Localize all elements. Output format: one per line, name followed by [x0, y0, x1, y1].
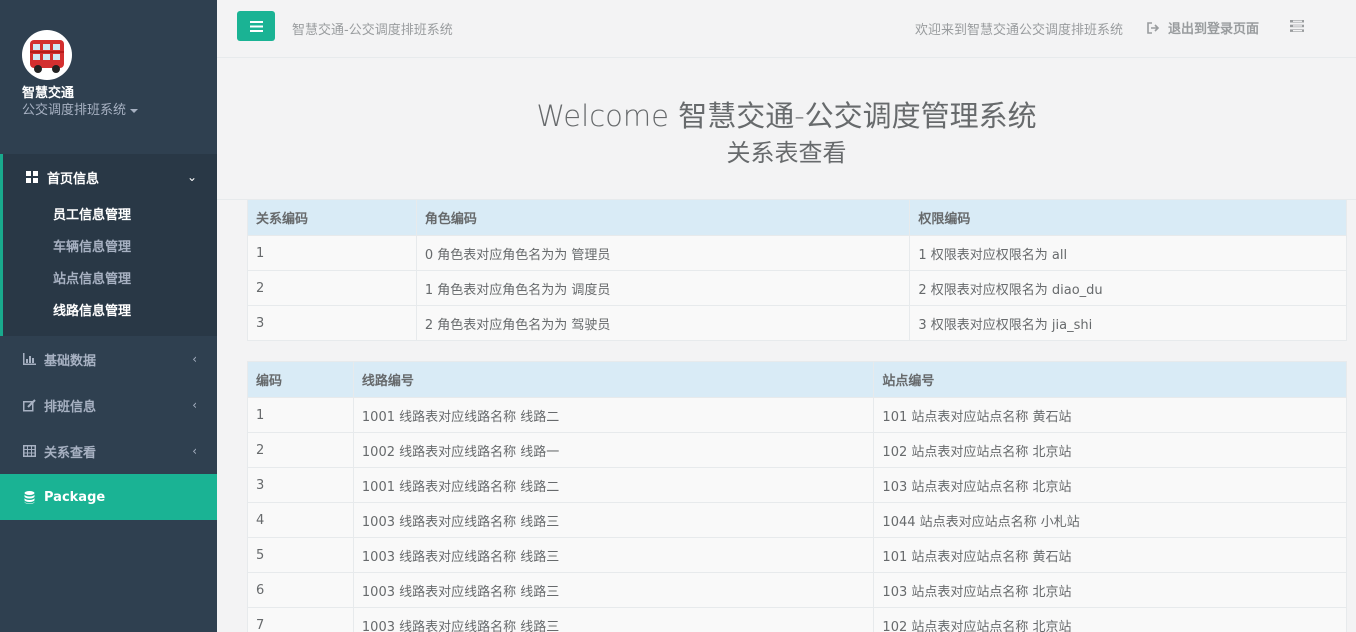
menu-toggle-button[interactable]	[237, 11, 275, 41]
table-cell: 103 站点表对应站点名称 北京站	[873, 572, 1347, 608]
nav-item-home[interactable]: 首页信息 ⌄	[3, 154, 217, 200]
table-cell: 1044 站点表对应站点名称 小札站	[873, 502, 1347, 538]
column-header: 编码	[247, 361, 354, 398]
table-cell: 2	[247, 270, 417, 306]
table-row: 5 1003 线路表对应线路名称 线路三 101 站点表对应站点名称 黄石站	[247, 537, 1347, 573]
chevron-left-icon: ‹	[192, 352, 197, 366]
nav-item-basic-data-label: 基础数据	[44, 353, 97, 369]
sub-item-station[interactable]: 站点信息管理	[3, 264, 217, 296]
nav-group-home: 首页信息 ⌄ 员工信息管理 车辆信息管理 站点信息管理 线路信息管理	[0, 154, 217, 336]
table-cell: 2 角色表对应角色名为为 驾驶员	[415, 305, 911, 341]
table-cell: 1	[247, 397, 354, 433]
table-cell: 1001 线路表对应线路名称 线路二	[352, 397, 875, 433]
table-icon	[22, 444, 36, 458]
sign-out-icon	[1147, 21, 1160, 34]
table-row: 3 2 角色表对应角色名为为 驾驶员 3 权限表对应权限名为 jia_shi	[247, 305, 1347, 341]
table-cell: 1003 线路表对应线路名称 线路三	[352, 537, 875, 573]
nav-item-relation-label: 关系查看	[44, 445, 97, 461]
profile-role-label: 公交调度排班系统	[22, 103, 127, 118]
column-header: 权限编码	[909, 199, 1347, 236]
table-cell: 1003 线路表对应线路名称 线路三	[352, 502, 875, 538]
table-cell: 4	[247, 502, 354, 538]
table-row: 1 1001 线路表对应线路名称 线路二 101 站点表对应站点名称 黄石站	[247, 397, 1347, 433]
top-title: 智慧交通-公交调度排班系统	[292, 23, 453, 38]
table-header-row: 编码 线路编号 站点编号	[247, 361, 1347, 398]
main-content: Welcome 智慧交通-公交调度管理系统 关系表查看 关系编码 角色编码 权限…	[217, 58, 1356, 632]
table-cell: 101 站点表对应站点名称 黄石站	[873, 537, 1347, 573]
sub-item-vehicle[interactable]: 车辆信息管理	[3, 232, 217, 264]
bus-icon	[30, 40, 64, 73]
table-cell: 1 权限表对应权限名为 all	[909, 235, 1347, 271]
profile-role-dropdown[interactable]: 公交调度排班系统	[22, 102, 217, 120]
avatar[interactable]	[22, 30, 72, 80]
table-cell: 2	[247, 432, 354, 468]
table-cell: 103 站点表对应站点名称 北京站	[873, 467, 1347, 503]
nav-submenu-home: 员工信息管理 车辆信息管理 站点信息管理 线路信息管理	[3, 200, 217, 336]
sub-item-route[interactable]: 线路信息管理	[3, 296, 217, 328]
page-title: Welcome 智慧交通-公交调度管理系统	[536, 99, 1037, 133]
page-subtitle: 关系表查看	[726, 139, 847, 167]
sub-item-employee[interactable]: 员工信息管理	[3, 200, 217, 232]
role-permission-table: 关系编码 角色编码 权限编码 1 0 角色表对应角色名为为 管理员 1 权限表对…	[247, 199, 1347, 341]
table-cell: 102 站点表对应站点名称 北京站	[873, 607, 1347, 632]
table-cell: 102 站点表对应站点名称 北京站	[873, 432, 1347, 468]
table-header-row: 关系编码 角色编码 权限编码	[247, 199, 1347, 236]
bar-chart-icon	[22, 352, 36, 366]
table-cell: 1	[247, 235, 417, 271]
table-cell: 5	[247, 537, 354, 573]
table-row: 7 1003 线路表对应线路名称 线路三 102 站点表对应站点名称 北京站	[247, 607, 1347, 632]
nav-item-home-label: 首页信息	[47, 171, 100, 187]
topbar: 智慧交通-公交调度排班系统 欢迎来到智慧交通公交调度排班系统 退出到登录页面	[217, 0, 1356, 58]
column-header: 线路编号	[352, 361, 875, 398]
table-cell: 7	[247, 607, 354, 632]
nav-item-package-label: Package	[44, 489, 106, 505]
profile: 智慧交通 公交调度排班系统	[0, 0, 217, 154]
nav-item-package[interactable]: Package	[0, 474, 217, 520]
table-row: 1 0 角色表对应角色名为为 管理员 1 权限表对应权限名为 all	[247, 235, 1347, 271]
table-cell: 1003 线路表对应线路名称 线路三	[352, 607, 875, 632]
caret-down-icon	[130, 108, 139, 113]
table-cell: 3	[247, 305, 417, 341]
table-row: 2 1 角色表对应角色名为为 调度员 2 权限表对应权限名为 diao_du	[247, 270, 1347, 306]
nav-item-schedule[interactable]: 排班信息 ‹	[0, 382, 217, 428]
table-row: 3 1001 线路表对应线路名称 线路二 103 站点表对应站点名称 北京站	[247, 467, 1347, 503]
sidebar: 智慧交通 公交调度排班系统 首页信息 ⌄ 员工信息管理 车辆信息管理 站点信息管…	[0, 0, 217, 632]
table-cell: 1002 线路表对应线路名称 线路一	[352, 432, 875, 468]
table-cell: 1001 线路表对应线路名称 线路二	[352, 467, 875, 503]
table-row: 6 1003 线路表对应线路名称 线路三 103 站点表对应站点名称 北京站	[247, 572, 1347, 608]
logout-link[interactable]: 退出到登录页面	[1147, 18, 1259, 37]
chevron-down-icon: ⌄	[186, 170, 197, 184]
column-header: 站点编号	[873, 361, 1347, 398]
right-sidebar-toggle[interactable]	[1290, 20, 1304, 36]
database-icon	[22, 490, 36, 504]
route-station-table: 编码 线路编号 站点编号 1 1001 线路表对应线路名称 线路二 101 站点…	[247, 361, 1347, 632]
table-cell: 2 权限表对应权限名为 diao_du	[909, 270, 1347, 306]
column-header: 关系编码	[247, 199, 417, 236]
table-cell: 0 角色表对应角色名为为 管理员	[415, 235, 911, 271]
table-cell: 101 站点表对应站点名称 黄石站	[873, 397, 1347, 433]
hamburger-icon	[249, 20, 263, 32]
tasks-icon	[1290, 20, 1304, 32]
profile-name: 智慧交通	[22, 86, 75, 101]
column-header: 角色编码	[415, 199, 911, 236]
table-row: 2 1002 线路表对应线路名称 线路一 102 站点表对应站点名称 北京站	[247, 432, 1347, 468]
table-row: 4 1003 线路表对应线路名称 线路三 1044 站点表对应站点名称 小札站	[247, 502, 1347, 538]
welcome-text: 欢迎来到智慧交通公交调度排班系统	[915, 23, 1124, 38]
grid-icon	[25, 170, 39, 184]
table-cell: 3 权限表对应权限名为 jia_shi	[909, 305, 1347, 341]
chevron-left-icon: ‹	[192, 444, 197, 458]
chevron-left-icon: ‹	[192, 398, 197, 412]
table-cell: 3	[247, 467, 354, 503]
table-cell: 1003 线路表对应线路名称 线路三	[352, 572, 875, 608]
edit-icon	[22, 398, 36, 412]
nav-item-schedule-label: 排班信息	[44, 399, 97, 415]
hero: Welcome 智慧交通-公交调度管理系统 关系表查看	[217, 58, 1356, 200]
table-cell: 1 角色表对应角色名为为 调度员	[415, 270, 911, 306]
table-cell: 6	[247, 572, 354, 608]
nav-item-relation[interactable]: 关系查看 ‹	[0, 428, 217, 474]
logout-label: 退出到登录页面	[1168, 22, 1260, 37]
nav-item-basic-data[interactable]: 基础数据 ‹	[0, 336, 217, 382]
